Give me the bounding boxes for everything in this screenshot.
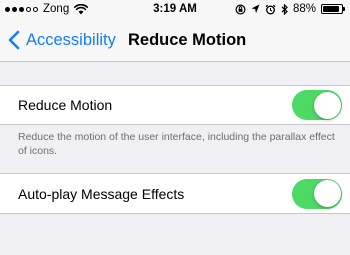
alarm-icon <box>265 4 276 14</box>
status-bar: Zong 3:19 AM 88% <box>0 0 350 18</box>
battery-fill <box>323 6 339 12</box>
reduce-motion-group: Reduce Motion <box>0 85 350 125</box>
battery-percentage: 88% <box>292 3 316 15</box>
bluetooth-icon <box>281 3 288 15</box>
orientation-lock-icon <box>235 3 246 15</box>
battery-tip <box>343 7 345 11</box>
reduce-motion-label: Reduce Motion <box>18 97 113 113</box>
battery-body <box>321 4 343 14</box>
location-arrow-icon <box>251 4 260 14</box>
auto-play-group: Auto-play Message Effects <box>0 173 350 214</box>
reduce-motion-row: Reduce Motion <box>0 86 350 124</box>
reduce-motion-description: Reduce the motion of the user interface,… <box>18 131 335 157</box>
reduce-motion-toggle[interactable] <box>292 90 342 120</box>
back-button-label: Accessibility <box>26 30 116 49</box>
auto-play-label: Auto-play Message Effects <box>18 185 185 202</box>
battery-icon <box>321 4 345 14</box>
toggle-knob <box>313 91 341 119</box>
auto-play-row: Auto-play Message Effects <box>0 174 350 213</box>
chevron-left-icon <box>8 30 20 50</box>
navigation-bar: Accessibility Reduce Motion <box>0 18 350 62</box>
page-title: Reduce Motion <box>128 31 247 49</box>
auto-play-toggle[interactable] <box>292 178 342 209</box>
toggle-knob <box>313 180 341 207</box>
back-button[interactable]: Accessibility <box>8 18 116 62</box>
status-right: 88% <box>235 3 345 15</box>
